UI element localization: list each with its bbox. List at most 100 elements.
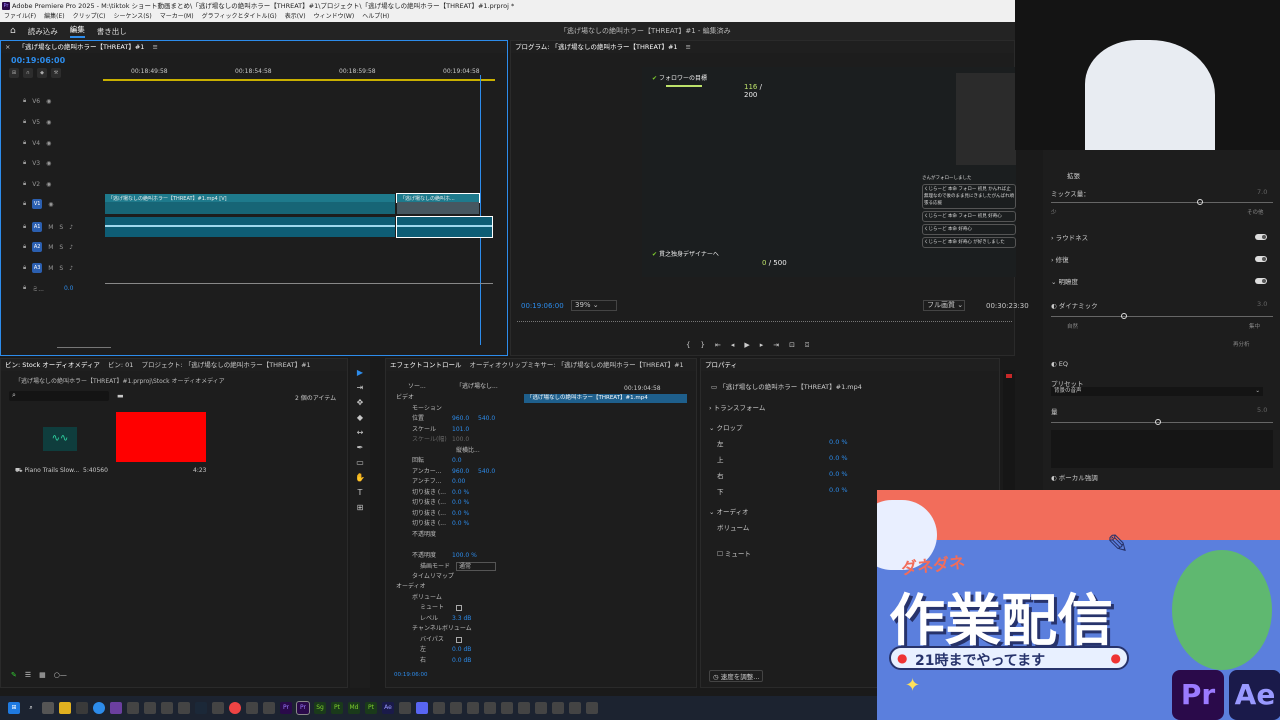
app-icon[interactable] — [161, 702, 173, 714]
bin-tab-project[interactable]: プロジェクト: 「逃げ場なしの絶叫ホラー【THREAT】#1 — [141, 359, 310, 371]
ec-mute[interactable]: ミュート — [386, 603, 686, 613]
program-timecode[interactable]: 00:19:06:00 — [521, 302, 564, 310]
color-matte-thumb[interactable] — [116, 412, 206, 462]
task-view-icon[interactable] — [42, 702, 54, 714]
ec-crop-2[interactable]: 切り抜き (... 0.0 % — [386, 498, 686, 508]
taskbar-pt2-icon[interactable]: Pt — [365, 702, 377, 714]
home-icon[interactable]: ⌂ — [10, 26, 16, 36]
ec-blend-mode[interactable]: 描画モード 通常 — [386, 562, 686, 572]
ec-crop-1[interactable]: 切り抜き (... 0.0 % — [386, 488, 686, 498]
properties-audio[interactable]: ⌄ オーディオ — [709, 506, 749, 516]
app-icon[interactable] — [246, 702, 258, 714]
lock-icon[interactable]: 🔒︎ — [23, 180, 26, 188]
app-icon[interactable] — [586, 702, 598, 714]
properties-crop[interactable]: ⌄ クロップ — [709, 422, 743, 432]
eye-icon[interactable]: ◉ — [46, 181, 51, 188]
video-clip-2[interactable]: 「逃げ場なしの絶叫ホ... — [396, 193, 480, 203]
crop-bottom-value[interactable]: 0.0 % — [829, 486, 848, 494]
windows-start-icon[interactable]: ⊞ — [8, 702, 20, 714]
timeline-tab[interactable]: × 「逃げ場なしの絶叫ホラー【THREAT】#1 ≡ — [1, 41, 507, 53]
lock-icon[interactable]: 🔒︎ — [23, 159, 26, 167]
app-icon[interactable] — [552, 702, 564, 714]
slider-thumb[interactable] — [1197, 199, 1203, 205]
crop-bottom[interactable]: 下 0.0 % — [717, 486, 848, 496]
ec-scale-value[interactable]: 101.0 — [452, 425, 469, 435]
taskbar-premiere-icon[interactable]: Pr — [280, 702, 292, 714]
es-clarity-toggle[interactable] — [1255, 278, 1267, 284]
selection-tool-icon[interactable]: ▶ — [357, 368, 363, 377]
ec-position-y[interactable]: 540.0 — [478, 414, 495, 424]
menu-view[interactable]: 表示(V) — [285, 12, 306, 22]
ec-antiflicker-value[interactable]: 0.00 — [452, 477, 465, 487]
wrench-icon[interactable]: ⚒ — [51, 68, 61, 78]
tab-effect-controls[interactable]: エフェクトコントロール — [390, 359, 462, 371]
menu-clip[interactable]: クリップ(C) — [73, 12, 106, 22]
pencil-icon[interactable]: ✎ — [11, 671, 17, 679]
bin-tab-01[interactable]: ビン: 01 — [108, 359, 134, 371]
rectangle-tool-icon[interactable]: ▭ — [356, 458, 364, 467]
mic-icon[interactable]: ♪ — [69, 244, 73, 251]
es-amount-slider[interactable] — [1051, 419, 1273, 425]
workspace-tab-edit[interactable]: 編集 — [69, 24, 85, 38]
ec-anchor-y[interactable]: 540.0 — [478, 467, 495, 477]
ec-left-value[interactable]: 0.0 dB — [452, 645, 471, 655]
app-icon[interactable] — [467, 702, 479, 714]
ec-crop-4[interactable]: 切り抜き (... 0.0 % — [386, 519, 686, 529]
menu-graphics[interactable]: グラフィックとタイトル(G) — [202, 12, 277, 22]
app-icon[interactable] — [450, 702, 462, 714]
timeline-menu-icon[interactable]: ≡ — [152, 41, 157, 53]
program-tab[interactable]: プログラム: 「逃げ場なしの絶叫ホラー【THREAT】#1 ≡ — [511, 41, 1014, 53]
ec-sequence[interactable]: 「逃げ場なし... — [456, 381, 498, 390]
ec-opacity-value[interactable]: 100.0 % — [452, 551, 477, 561]
app-icon[interactable] — [484, 702, 496, 714]
ec-left[interactable]: 左 0.0 dB — [386, 645, 686, 655]
ec-anchor-x[interactable]: 960.0 — [452, 467, 469, 477]
crop-right[interactable]: 右 0.0 % — [717, 470, 848, 480]
crop-left[interactable]: 左 0.0 % — [717, 438, 848, 448]
mix-value[interactable]: 0.0 — [64, 285, 74, 292]
go-to-in-icon[interactable]: ⇤ — [715, 341, 721, 350]
menu-window[interactable]: ウィンドウ(W) — [314, 12, 355, 22]
ec-right-value[interactable]: 0.0 dB — [452, 656, 471, 666]
slider-thumb[interactable] — [1121, 313, 1127, 319]
lock-icon[interactable]: 🔒︎ — [23, 97, 26, 105]
es-dynamics[interactable]: ◐ ダイナミック 3.0 — [1051, 300, 1273, 310]
snap-icon[interactable]: ⊞ — [9, 68, 19, 78]
ec-channel-volume[interactable]: チャンネルボリューム — [386, 624, 686, 634]
adjust-speed-button[interactable]: ◷ 速度を調整... — [709, 670, 764, 682]
es-reanalyze-button[interactable]: 再分析 — [1233, 340, 1250, 348]
es-eq-graph[interactable] — [1051, 430, 1273, 468]
ec-rotation-value[interactable]: 0.0 — [452, 456, 462, 466]
ripple-edit-icon[interactable]: ✥ — [357, 398, 364, 407]
ec-crop-value[interactable]: 0.0 % — [452, 488, 469, 498]
step-back-icon[interactable]: ◂ — [731, 341, 735, 350]
solo-button[interactable]: S — [59, 224, 63, 231]
properties-mute[interactable]: ☐ ミュート — [717, 548, 751, 558]
mute-button[interactable]: M — [48, 244, 53, 251]
program-quality-select[interactable]: フル画質 ⌄ — [923, 300, 965, 311]
checkbox-icon[interactable]: ☐ — [717, 550, 723, 558]
video-clip-1-body[interactable] — [105, 202, 395, 214]
crop-left-value[interactable]: 0.0 % — [829, 438, 848, 446]
folder-icon[interactable]: ▬ — [117, 392, 124, 400]
ec-right[interactable]: 右 0.0 dB — [386, 656, 686, 666]
es-vocal[interactable]: ◐ ボーカル強調 — [1051, 472, 1098, 482]
ec-crop-value[interactable]: 0.0 % — [452, 509, 469, 519]
eye-icon[interactable]: ◉ — [46, 119, 51, 126]
taskbar-md-icon[interactable]: Md — [348, 702, 360, 714]
ec-position[interactable]: 位置 960.0 540.0 — [386, 414, 686, 424]
pen-tool-icon[interactable]: ✒ — [357, 443, 364, 452]
lock-icon[interactable]: 🔒︎ — [23, 264, 26, 272]
es-eq[interactable]: ◐ EQ — [1051, 360, 1068, 368]
workspace-tab-import[interactable]: 読み込み — [28, 26, 58, 37]
lock-icon[interactable]: 🔒︎ — [23, 118, 26, 126]
es-preset-select[interactable]: 背景の音声 ⌄ — [1051, 387, 1263, 396]
ec-uniform-scale[interactable]: 縦横比... — [386, 446, 686, 456]
taskbar-sg-icon[interactable]: Sg — [314, 702, 326, 714]
caption-tool-icon[interactable]: ⊞ — [357, 503, 364, 512]
track-label[interactable]: A3 — [32, 263, 43, 273]
es-dynamics-value[interactable]: 3.0 — [1257, 300, 1267, 308]
hand-tool-icon[interactable]: ✋ — [355, 473, 365, 482]
play-icon[interactable]: ▶ — [744, 341, 749, 350]
mic-icon[interactable]: ♪ — [69, 265, 73, 272]
